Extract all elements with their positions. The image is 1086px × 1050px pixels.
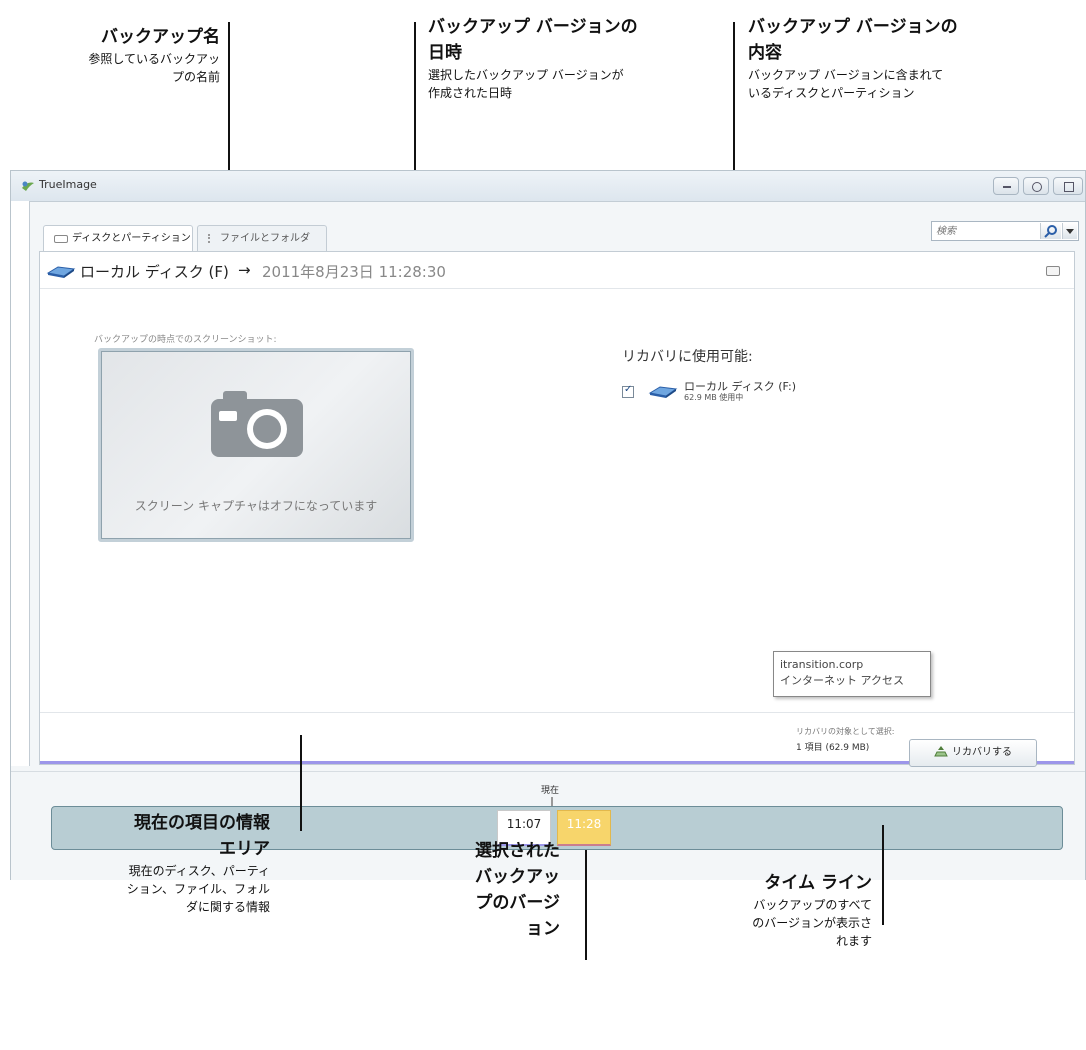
annotation-desc: ション、ファイル、フォル [126, 882, 270, 896]
close-button[interactable] [1053, 177, 1083, 195]
annotation-title: バックアップ バージョンの [748, 17, 958, 37]
recovery-checkbox[interactable]: ✓ [622, 384, 634, 398]
version-time: 11:07 [506, 817, 542, 831]
annotation-title: エリア [219, 839, 270, 859]
annotation-desc: いるディスクとパーティション [748, 86, 915, 100]
footer-divider [40, 712, 1074, 713]
left-strip [11, 201, 30, 766]
annotation-line [882, 825, 884, 925]
backup-datetime: 2011年8月23日 11:28:30 [262, 263, 446, 281]
annotation-desc: れます [835, 934, 872, 948]
recover-icon [934, 746, 948, 757]
screenshot-preview: スクリーン キャプチャはオフになっています [98, 348, 414, 542]
annotation-timeline: タイム ライン バックアップのすべて のバージョンが表示さ れます [660, 870, 872, 950]
selection-label: リカバリの対象として選択: [796, 727, 895, 736]
version-time: 11:28 [566, 817, 602, 831]
disk-drive-icon [46, 266, 76, 278]
annotation-desc: ダに関する情報 [185, 900, 270, 914]
annotation-selected-version: 選択された バックアッ プのバージ ョン [430, 838, 560, 942]
annotation-title: タイム ライン [764, 873, 872, 893]
search-icon [1044, 225, 1057, 238]
title-bar: TrueImage [11, 171, 1085, 202]
tooltip-line: itransition.corp [780, 658, 864, 671]
disk-drive-icon [648, 386, 678, 398]
now-label: 現在 [541, 786, 560, 796]
annotation-title: バックアップ名 [101, 27, 220, 47]
screenshot-off-text: スクリーン キャプチャはオフになっています [134, 499, 378, 513]
backup-name: ローカル ディスク (F) [80, 263, 229, 281]
annotation-title: ョン [526, 919, 560, 939]
tab-files-folders[interactable]: ファイルとフォルダ [197, 225, 327, 251]
search-input[interactable] [934, 223, 1038, 239]
camera-icon [211, 391, 303, 457]
annotation-title: バックアッ [475, 867, 560, 887]
recovery-heading: リカバリに使用可能: [622, 349, 753, 365]
annotation-version-date: バックアップ バージョンの 日時 選択したバックアップ バージョンが 作成された… [428, 14, 708, 102]
files-tab-icon [208, 234, 216, 243]
annotation-desc: 選択したバックアップ バージョンが [428, 68, 624, 82]
annotation-line [300, 735, 302, 831]
annotation-desc: バックアップ バージョンに含まれて [748, 68, 944, 82]
annotation-desc: 作成された日時 [428, 86, 513, 100]
backup-header: ローカル ディスク (F) → 2011年8月23日 11:28:30 [40, 252, 1074, 289]
recovery-item-size: 62.9 MB 使用中 [684, 393, 744, 402]
minimize-button[interactable] [993, 177, 1019, 195]
screenshot-label: バックアップの時点でのスクリーンショット: [94, 335, 277, 345]
tab-disks-partitions[interactable]: ディスクとパーティション [43, 225, 193, 251]
disk-tab-icon [54, 235, 68, 243]
annotation-current-info: 現在の項目の情報 エリア 現在のディスク、パーティ ション、ファイル、フォル ダ… [60, 810, 270, 916]
search-button[interactable] [1040, 223, 1061, 239]
selection-count: 1 項目 (62.9 MB) [796, 743, 870, 753]
annotation-line [585, 850, 587, 960]
search-box [931, 221, 1079, 241]
tooltip: itransition.corp インターネット アクセス [773, 651, 931, 697]
annotation-desc: 参照しているバックアッ [88, 52, 220, 66]
comment-icon[interactable] [1046, 266, 1060, 276]
annotation-version-content: バックアップ バージョンの 内容 バックアップ バージョンに含まれて いるディス… [748, 14, 1048, 102]
maximize-button[interactable] [1023, 177, 1049, 195]
trueimage-window: TrueImage ディスクとパーティション ファイルとフォルダ 検索 ローカル… [10, 170, 1086, 880]
checkmark-icon: ✓ [624, 384, 633, 395]
recovery-item[interactable]: ✓ ローカル ディスク (F:) 62.9 MB 使用中 [622, 378, 862, 408]
annotation-title: プのバージ [475, 893, 560, 913]
annotation-title: 内容 [748, 43, 782, 63]
recover-button[interactable]: リカバリする [909, 739, 1037, 767]
tab-label: ファイルとフォルダ [220, 233, 310, 244]
annotation-desc: プの名前 [171, 70, 220, 84]
annotation-title: 選択された [475, 841, 560, 861]
tab-label: ディスクとパーティション [72, 233, 191, 244]
annotation-desc: のバージョンが表示さ [752, 916, 872, 930]
recover-button-label: リカバリする [952, 747, 1012, 758]
annotation-title: バックアップ バージョンの [428, 17, 638, 37]
annotation-title: 現在の項目の情報 [134, 813, 270, 833]
annotation-desc: 現在のディスク、パーティ [128, 864, 270, 878]
trueimage-logo-icon [22, 181, 34, 191]
annotation-title: 日時 [428, 43, 462, 63]
search-dropdown-button[interactable] [1062, 223, 1077, 239]
chevron-down-icon [1066, 229, 1074, 234]
header-arrow: → [238, 261, 251, 279]
annotation-backup-name: バックアップ名 参照しているバックアッ プの名前 [30, 24, 220, 86]
annotation-desc: バックアップのすべて [753, 898, 872, 912]
tooltip-line: インターネット アクセス [780, 674, 904, 687]
timeline-version-chip-selected[interactable]: 11:28 [557, 810, 611, 846]
window-title: TrueImage [39, 178, 97, 191]
